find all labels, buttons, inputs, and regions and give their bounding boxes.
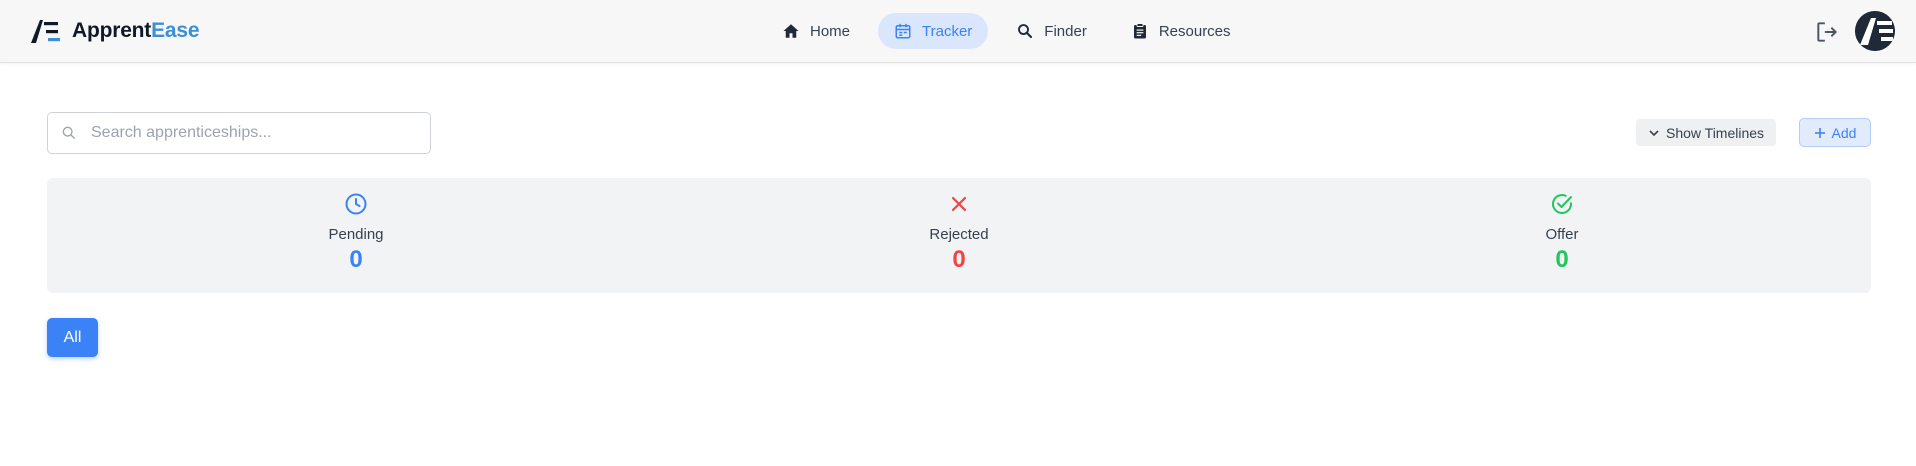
main-nav: Home Tracker Finder Resources [766,13,1247,49]
app-logo[interactable]: ApprentEase [28,16,200,46]
status-summary-panel: Pending 0 Rejected 0 Offer 0 [47,178,1871,293]
stat-rejected-value: 0 [952,246,966,273]
app-name: ApprentEase [72,19,200,43]
check-circle-icon [1552,194,1572,214]
filter-all-label: All [63,328,82,346]
nav-label-tracker: Tracker [922,22,973,40]
app-name-part1: Apprent [72,19,152,42]
nav-label-resources: Resources [1158,22,1231,40]
search-box[interactable] [47,112,431,154]
calendar-icon [895,23,911,39]
stat-pending[interactable]: Pending 0 [256,192,456,274]
clock-icon [345,193,367,215]
nav-label-finder: Finder [1044,22,1087,40]
stat-rejected-label: Rejected [929,226,989,243]
show-timelines-button[interactable]: Show Timelines [1636,119,1777,146]
nav-label-home: Home [810,22,851,40]
user-avatar[interactable] [1855,11,1895,51]
logo-mark-icon [31,20,60,43]
nav-item-finder[interactable]: Finder [1000,13,1103,49]
app-name-part2: Ease [151,19,200,42]
stat-offer[interactable]: Offer 0 [1462,192,1662,274]
add-button[interactable]: Add [1799,118,1871,147]
plus-icon [1814,127,1825,138]
stat-offer-label: Offer [1545,226,1579,243]
chevron-down-icon [1649,129,1659,136]
x-icon [951,196,967,212]
logout-icon[interactable] [1814,19,1840,45]
stat-offer-value: 0 [1555,246,1569,273]
nav-item-tracker[interactable]: Tracker [878,13,989,49]
show-timelines-label: Show Timelines [1666,124,1765,141]
filter-all-button[interactable]: All [47,318,98,357]
search-input[interactable] [89,123,423,143]
search-icon [1018,24,1033,39]
nav-item-home[interactable]: Home [766,13,866,49]
top-navbar: ApprentEase Home Tracker Finder Resource… [0,0,1916,63]
nav-item-resources[interactable]: Resources [1115,13,1247,49]
avatar-logo-icon [1855,11,1895,51]
clipboard-icon [1133,23,1146,39]
stat-pending-label: Pending [328,226,384,243]
home-icon [783,24,799,38]
search-icon [62,126,75,139]
stat-pending-value: 0 [349,246,363,273]
stat-rejected[interactable]: Rejected 0 [859,192,1059,274]
add-label: Add [1831,124,1857,141]
